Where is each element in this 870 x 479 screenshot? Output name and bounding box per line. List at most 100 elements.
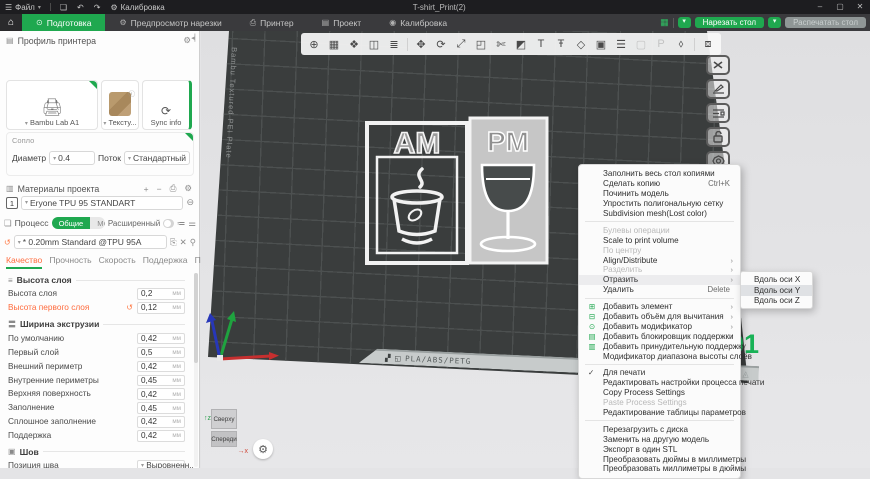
- menu-item[interactable]: Scale to print volume: [579, 235, 740, 245]
- value-input[interactable]: 0,5мм: [137, 347, 185, 359]
- param-tab-качество[interactable]: Качество: [6, 255, 42, 269]
- revert-icon[interactable]: ↺: [126, 303, 133, 312]
- slice-plate-button[interactable]: Нарезать стол: [695, 17, 764, 28]
- menu-item[interactable]: Align/Distribute›: [579, 255, 740, 265]
- menu-item[interactable]: ⊙Добавить модификатор›: [579, 321, 740, 331]
- scale-icon[interactable]: ⤢: [452, 38, 470, 51]
- paint-icon[interactable]: ◩: [512, 38, 530, 51]
- menu-item[interactable]: Преобразовать дюймы в миллиметры: [579, 454, 740, 464]
- view-top-face[interactable]: Сверху: [211, 409, 237, 429]
- sidebar-collapse-handle[interactable]: ◂▏: [191, 34, 200, 42]
- variable-layer-icon[interactable]: ☰: [612, 38, 630, 51]
- text-tool-icon[interactable]: T: [532, 38, 550, 50]
- param-list-icon[interactable]: ≔: [177, 218, 186, 229]
- submenu-item[interactable]: Вдоль оси Y: [741, 285, 812, 296]
- menu-item[interactable]: ▥Добавить принудительную поддержку›: [579, 341, 740, 351]
- save-preset-icon[interactable]: ⎘: [170, 237, 177, 248]
- delete-preset-icon[interactable]: ✕: [180, 237, 187, 248]
- plate-type-card[interactable]: ⓘ ▾ Тексту...: [101, 80, 139, 130]
- delete-all-icon[interactable]: [706, 55, 730, 75]
- plate-settings-icon[interactable]: [706, 103, 730, 123]
- menu-item[interactable]: Упростить полигональную сетку: [579, 199, 740, 209]
- menu-item[interactable]: ▤Добавить блокировщик поддержки›: [579, 331, 740, 341]
- value-input[interactable]: 0,42мм: [137, 430, 185, 442]
- lock-open-icon[interactable]: [706, 127, 730, 147]
- calibration-quick-button[interactable]: ⚙ Калибровка: [105, 0, 169, 14]
- layout-icon[interactable]: ≣: [385, 38, 403, 51]
- value-input[interactable]: 0,45мм: [137, 402, 185, 414]
- tab-калибровка[interactable]: ◉Калибровка: [375, 14, 461, 31]
- menu-item[interactable]: УдалитьDelete: [579, 285, 740, 295]
- filament-edit-icon[interactable]: ⊖: [186, 197, 194, 208]
- value-input[interactable]: 0,12мм: [137, 302, 185, 314]
- value-input[interactable]: 0,2мм: [137, 288, 185, 300]
- plate-list-icon[interactable]: ▦: [660, 17, 669, 28]
- dirty-preset-icon[interactable]: ↺: [4, 238, 11, 247]
- add-plate-icon[interactable]: ▦: [325, 38, 343, 51]
- assembly-icon[interactable]: ⧈: [699, 38, 717, 51]
- reset-view-button[interactable]: ⚙: [253, 439, 273, 459]
- submenu-item[interactable]: Вдоль оси Z: [741, 296, 812, 307]
- undo-button[interactable]: ↶: [72, 0, 89, 14]
- menu-item[interactable]: Copy Process Settings: [579, 388, 740, 398]
- process-scope-toggle[interactable]: Общие Модели: [52, 217, 105, 229]
- menu-item[interactable]: Заполнить весь стол копиями: [579, 169, 740, 179]
- menu-item[interactable]: ✓Для печати: [579, 368, 740, 378]
- printer-card[interactable]: 🖨︎ ▾ Bambu Lab A1: [6, 80, 98, 130]
- view-front-face[interactable]: Спереди: [211, 431, 237, 447]
- menu-item[interactable]: Subdivision mesh(Lost color): [579, 209, 740, 219]
- nozzle-diameter-select[interactable]: ▾0.4: [49, 151, 95, 165]
- sync-filament-icon[interactable]: ⎙: [168, 183, 179, 194]
- filament-select[interactable]: ▾Eryone TPU 95 STANDART: [21, 196, 183, 210]
- value-input[interactable]: 0,42мм: [137, 333, 185, 345]
- sidebar-scrollbar[interactable]: [194, 273, 198, 467]
- menu-item[interactable]: Редактирование таблицы параметров: [579, 408, 740, 418]
- menu-item[interactable]: Модификатор диапазона высоты слоёв: [579, 351, 740, 361]
- menu-item[interactable]: Отразить›: [579, 275, 740, 285]
- param-tab-скорость[interactable]: Скорость: [99, 255, 136, 269]
- menu-item[interactable]: Экспорт в один STL: [579, 444, 740, 454]
- mesh-boolean-icon[interactable]: ◇: [572, 38, 590, 51]
- value-input[interactable]: 0,42мм: [137, 388, 185, 400]
- value-input[interactable]: 0,42мм: [137, 361, 185, 373]
- nozzle-flow-select[interactable]: ▾Стандартный: [124, 151, 190, 165]
- advanced-toggle[interactable]: [163, 219, 174, 228]
- value-input[interactable]: 0,42мм: [137, 416, 185, 428]
- auto-arrange-icon[interactable]: ❖: [345, 38, 363, 51]
- home-button[interactable]: ⌂: [0, 14, 22, 31]
- menu-item[interactable]: Сделать копиюCtrl+K: [579, 179, 740, 189]
- tab-принтер[interactable]: ⎙Принтер: [236, 14, 308, 31]
- param-tab-поддержка[interactable]: Поддержка: [143, 255, 188, 269]
- split-plate-icon[interactable]: ◫: [365, 38, 383, 51]
- settings-section-header[interactable]: 〓Ширина экструзии: [0, 315, 193, 332]
- rotate-icon[interactable]: ⟳: [432, 38, 450, 51]
- dropdown[interactable]: ▾ Выровненн...: [137, 460, 185, 468]
- menu-item[interactable]: Преобразовать миллиметры в дюймы: [579, 464, 740, 474]
- lay-flat-icon[interactable]: ◰: [472, 38, 490, 51]
- print-dropdown-button[interactable]: ▾: [768, 17, 781, 28]
- menu-item[interactable]: Редактировать настройки процесса печати: [579, 378, 740, 388]
- menu-item[interactable]: Починить модель: [579, 189, 740, 199]
- minimize-button[interactable]: –: [810, 0, 830, 14]
- view-cube[interactable]: Сверху Спереди ↑z →x: [209, 407, 239, 451]
- add-model-icon[interactable]: ⊕: [305, 38, 323, 51]
- process-preset-select[interactable]: ▾* 0.20mm Standard @TPU 95A: [14, 235, 167, 249]
- add-filament-icon[interactable]: +: [142, 184, 151, 194]
- eraser-icon[interactable]: ⬨: [672, 38, 690, 51]
- menu-item[interactable]: Заменить на другую модель: [579, 434, 740, 444]
- menu-item[interactable]: Перезагрузить с диска: [579, 424, 740, 434]
- tab-предпросмотр-нарезки[interactable]: ⚙Предпросмотр нарезки: [105, 14, 235, 31]
- move-icon[interactable]: ✥: [412, 38, 430, 51]
- emboss-icon[interactable]: Ŧ: [552, 38, 570, 50]
- menu-item[interactable]: ⊞Добавить элемент›: [579, 302, 740, 312]
- compare-preset-icon[interactable]: ⚌: [188, 218, 196, 229]
- slice-dropdown-button[interactable]: ▾: [678, 17, 691, 28]
- seam-painting-icon[interactable]: ▣: [592, 38, 610, 51]
- info-icon[interactable]: ⓘ: [129, 88, 136, 98]
- file-menu[interactable]: ☰ Файл ▾: [0, 0, 46, 14]
- viewport-3d[interactable]: Bambu Textured PEI Plate AM PM ▞ ◱ PLA/A…: [201, 31, 870, 468]
- close-button[interactable]: ✕: [850, 0, 870, 14]
- new-project-button[interactable]: ❏: [55, 0, 72, 14]
- maximize-button[interactable]: ▢: [830, 0, 850, 14]
- search-icon[interactable]: ⚲: [190, 237, 196, 248]
